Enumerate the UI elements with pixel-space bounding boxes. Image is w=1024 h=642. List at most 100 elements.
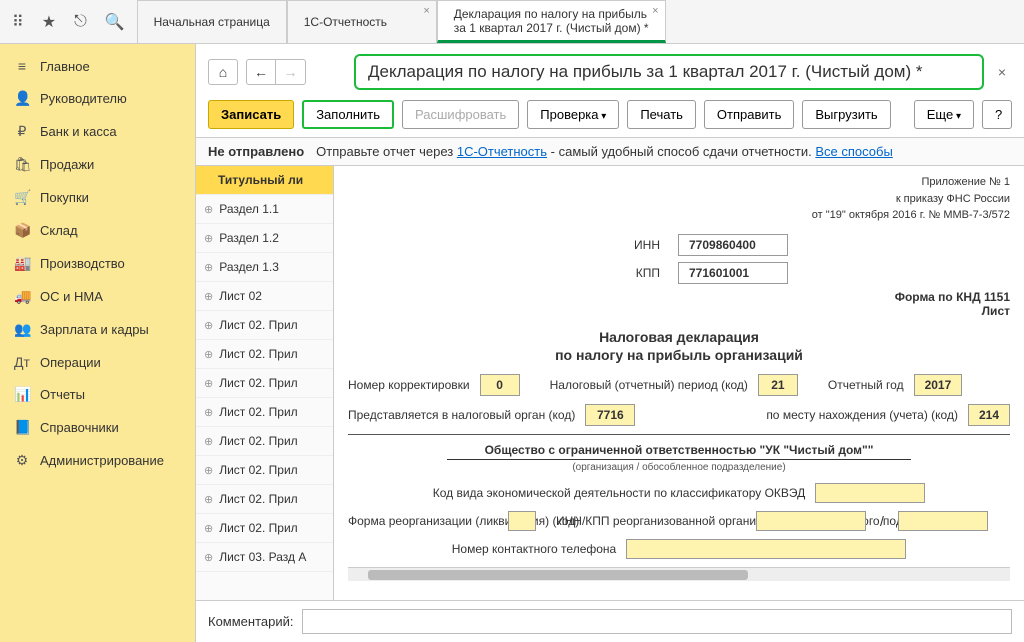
back-button[interactable]: ← xyxy=(246,59,276,85)
history-icon[interactable]: ⎋ xyxy=(70,9,91,35)
forward-button[interactable]: → xyxy=(276,59,306,85)
organ-field[interactable]: 7716 xyxy=(585,404,635,426)
people-icon: 👥 xyxy=(14,321,30,338)
sidebar-item-references[interactable]: 📘Справочники xyxy=(0,411,195,444)
expand-icon[interactable]: ⊕ xyxy=(204,261,213,274)
place-label: по месту нахождения (учета) (код) xyxy=(766,408,958,422)
sidebar-item-assets[interactable]: 🚚ОС и НМА xyxy=(0,280,195,313)
phone-label: Номер контактного телефона xyxy=(452,542,616,556)
section-item[interactable]: ⊕Лист 02. Прил xyxy=(196,456,333,485)
expand-icon[interactable]: ⊕ xyxy=(204,290,213,303)
section-title[interactable]: Титульный ли xyxy=(196,166,333,195)
section-item[interactable]: ⊕Лист 02. Прил xyxy=(196,427,333,456)
place-field[interactable]: 214 xyxy=(968,404,1010,426)
close-icon[interactable]: × xyxy=(652,5,658,17)
sidebar-item-purchase[interactable]: 🛒Покупки xyxy=(0,181,195,214)
reorg-kpp-field[interactable] xyxy=(898,511,988,531)
decode-button[interactable]: Расшифровать xyxy=(402,100,519,129)
okved-label: Код вида экономической деятельности по к… xyxy=(433,486,806,500)
status-text: Отправьте отчет через 1С-Отчетность - са… xyxy=(316,144,893,159)
organ-label: Представляется в налоговый орган (код) xyxy=(348,408,575,422)
expand-icon[interactable]: ⊕ xyxy=(204,493,213,506)
home-button[interactable]: ⌂ xyxy=(208,59,238,85)
help-button[interactable]: ? xyxy=(982,100,1012,129)
expand-icon[interactable]: ⊕ xyxy=(204,551,213,564)
kpp-label: КПП xyxy=(570,266,660,280)
gear-icon: ⚙ xyxy=(14,452,30,469)
expand-icon[interactable]: ⊕ xyxy=(204,348,213,361)
section-item[interactable]: ⊕Раздел 1.2 xyxy=(196,224,333,253)
period-label: Налоговый (отчетный) период (код) xyxy=(550,378,748,392)
tab-start[interactable]: Начальная страница xyxy=(137,0,287,43)
sidebar-item-salary[interactable]: 👥Зарплата и кадры xyxy=(0,313,195,346)
sidebar-item-warehouse[interactable]: 📦Склад xyxy=(0,214,195,247)
expand-icon[interactable]: ⊕ xyxy=(204,232,213,245)
kpp-field[interactable]: 771601001 xyxy=(678,262,788,284)
status-label: Не отправлено xyxy=(208,144,304,159)
close-icon[interactable]: × xyxy=(423,5,429,17)
reorg-inn-field[interactable] xyxy=(756,511,866,531)
year-field[interactable]: 2017 xyxy=(914,374,963,396)
search-icon[interactable]: 🔍 xyxy=(101,8,129,36)
sidebar-item-main[interactable]: ≡Главное xyxy=(0,50,195,82)
export-button[interactable]: Выгрузить xyxy=(802,100,890,129)
phone-field[interactable] xyxy=(626,539,906,559)
form-header: Приложение № 1 к приказу ФНС России от "… xyxy=(348,174,1010,224)
sidebar-item-sales[interactable]: 🛍Продажи xyxy=(0,148,195,181)
book-icon: 📘 xyxy=(14,419,30,436)
write-button[interactable]: Записать xyxy=(208,100,294,129)
sidebar-item-operations[interactable]: ДтОперации xyxy=(0,346,195,378)
page-title: Декларация по налогу на прибыль за 1 ква… xyxy=(354,54,984,90)
comment-input[interactable] xyxy=(302,609,1013,634)
expand-icon[interactable]: ⊕ xyxy=(204,522,213,535)
section-item[interactable]: ⊕Лист 02. Прил xyxy=(196,340,333,369)
check-button[interactable]: Проверка xyxy=(527,100,619,129)
cart-icon: 🛒 xyxy=(14,189,30,206)
sidebar-item-reports[interactable]: 📊Отчеты xyxy=(0,378,195,411)
print-button[interactable]: Печать xyxy=(627,100,696,129)
expand-icon[interactable]: ⊕ xyxy=(204,377,213,390)
section-item[interactable]: ⊕Лист 03. Разд А xyxy=(196,543,333,572)
section-item[interactable]: ⊕Лист 02. Прил xyxy=(196,398,333,427)
correction-field[interactable]: 0 xyxy=(480,374,520,396)
sidebar-item-manager[interactable]: 👤Руководителю xyxy=(0,82,195,115)
tab-declaration[interactable]: Декларация по налогу на прибыль за 1 ква… xyxy=(437,0,666,43)
tab-reporting[interactable]: 1С-Отчетность× xyxy=(287,0,437,43)
star-icon[interactable]: ★ xyxy=(38,8,60,36)
section-item[interactable]: ⊕Лист 02 xyxy=(196,282,333,311)
expand-icon[interactable]: ⊕ xyxy=(204,319,213,332)
sidebar-item-production[interactable]: 🏭Производство xyxy=(0,247,195,280)
section-item[interactable]: ⊕Лист 02. Прил xyxy=(196,514,333,543)
section-item[interactable]: ⊕Раздел 1.1 xyxy=(196,195,333,224)
section-item[interactable]: ⊕Лист 02. Прил xyxy=(196,311,333,340)
truck-icon: 🚚 xyxy=(14,288,30,305)
sidebar-item-bank[interactable]: ₽Банк и касса xyxy=(0,115,195,148)
close-button[interactable]: × xyxy=(992,64,1012,80)
okved-field[interactable] xyxy=(815,483,925,503)
box-icon: 📦 xyxy=(14,222,30,239)
expand-icon[interactable]: ⊕ xyxy=(204,435,213,448)
expand-icon[interactable]: ⊕ xyxy=(204,406,213,419)
more-button[interactable]: Еще xyxy=(914,100,974,129)
user-icon: 👤 xyxy=(14,90,30,107)
section-item[interactable]: ⊕Лист 02. Прил xyxy=(196,369,333,398)
period-field[interactable]: 21 xyxy=(758,374,798,396)
sidebar-item-admin[interactable]: ⚙Администрирование xyxy=(0,444,195,477)
section-list: Титульный ли ⊕Раздел 1.1 ⊕Раздел 1.2 ⊕Ра… xyxy=(196,166,334,600)
inn-field[interactable]: 7709860400 xyxy=(678,234,788,256)
apps-icon[interactable]: ⠿ xyxy=(8,8,28,36)
link-all[interactable]: Все способы xyxy=(815,144,892,159)
sidebar: ≡Главное 👤Руководителю ₽Банк и касса 🛍Пр… xyxy=(0,44,196,642)
expand-icon[interactable]: ⊕ xyxy=(204,203,213,216)
fill-button[interactable]: Заполнить xyxy=(302,100,394,129)
section-item[interactable]: ⊕Лист 02. Прил xyxy=(196,485,333,514)
section-item[interactable]: ⊕Раздел 1.3 xyxy=(196,253,333,282)
reorg-code-field[interactable] xyxy=(508,511,536,531)
sheet-label: Лист xyxy=(348,304,1010,318)
link-1c[interactable]: 1С-Отчетность xyxy=(457,144,547,159)
org-name: Общество с ограниченной ответственностью… xyxy=(348,443,1010,457)
send-button[interactable]: Отправить xyxy=(704,100,794,129)
horizontal-scrollbar[interactable] xyxy=(348,567,1010,581)
expand-icon[interactable]: ⊕ xyxy=(204,464,213,477)
reorg-inn-label: ИНН/КПП реорганизованной организации (об… xyxy=(556,514,746,528)
